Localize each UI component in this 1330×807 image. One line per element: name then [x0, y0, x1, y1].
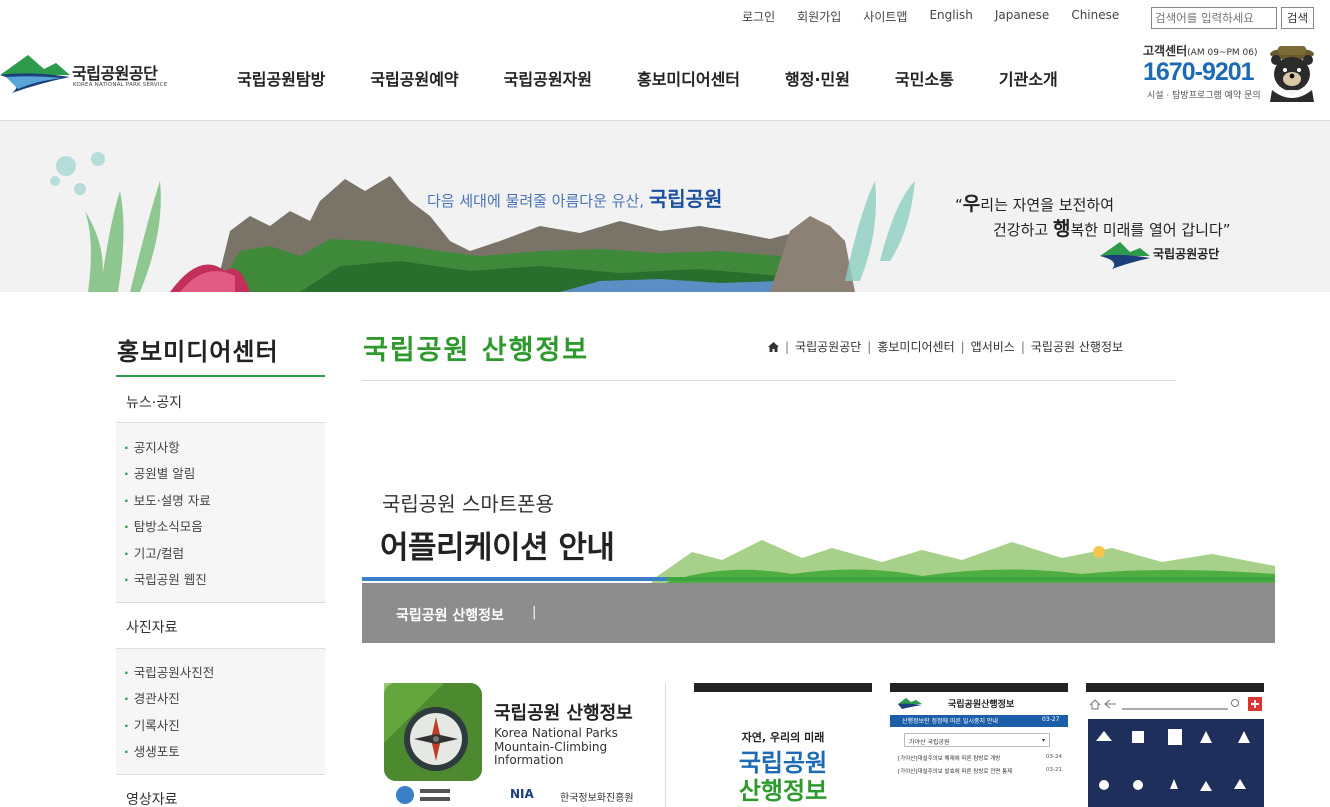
utility-links: 로그인 회원가입 사이트맵 English Japanese Chinese: [742, 8, 1141, 25]
sidebar-title: 홍보미디어센터: [117, 338, 279, 366]
notice-row-date: 03-24: [1046, 754, 1062, 760]
banner-quote-line2: 건강하고 행복한 미래를 열어 갑니다”: [993, 218, 1231, 240]
breadcrumb: | 국립공원공단 | 홍보미디어센터 | 앱서비스 | 국립공원 산행정보: [768, 338, 1123, 355]
bear-mascot-icon: [1270, 46, 1314, 102]
breadcrumb-item[interactable]: 국립공원공단: [795, 338, 861, 355]
search-input[interactable]: [1151, 7, 1277, 29]
nav-item-administration[interactable]: 행정·민원: [785, 66, 850, 90]
sidebar-group-news[interactable]: 뉴스·공지: [116, 392, 325, 412]
banner-org-name: 국립공원공단: [1153, 247, 1220, 261]
home-icon[interactable]: [768, 341, 779, 352]
sidebar-title-underline: [116, 375, 325, 377]
notices-app-title: 국립공원산행정보: [948, 700, 1015, 710]
banner-tagline: 다음 세대에 물려줄 아름다운 유산, 국립공원: [427, 187, 723, 211]
breadcrumb-item-current: 국립공원 산행정보: [1030, 340, 1124, 354]
sidebar-item-landscape[interactable]: 경관사진: [116, 688, 325, 714]
app-banner-title: 어플리케이션 안내: [380, 530, 615, 566]
phone-status-bar: [1086, 683, 1264, 692]
sidebar-item-webzine[interactable]: 국립공원 웹진: [116, 569, 325, 595]
signup-link[interactable]: 회원가입: [797, 8, 841, 25]
app-name-english: Korea National Parks Mountain-Climbing I…: [494, 726, 618, 767]
sidebar-item-park-alerts[interactable]: 공원별 알림: [116, 463, 325, 489]
tab-mountain-info[interactable]: 국립공원 산행정보: [396, 605, 504, 625]
phone-status-bar: [890, 683, 1068, 692]
breadcrumb-item[interactable]: 앱서비스: [971, 338, 1015, 355]
page-title: 국립공원 산행정보: [363, 335, 590, 366]
search-form: 검색: [1151, 7, 1314, 29]
nav-item-reservation[interactable]: 국립공원예약: [370, 66, 458, 90]
app-guide-banner: 국립공원 스마트폰용 어플리케이션 안내 국립공원 산행정보 |: [362, 470, 1275, 643]
menu-grid-screen: [1088, 697, 1264, 807]
nav-item-explore[interactable]: 국립공원탐방: [237, 66, 325, 90]
sidebar-item-records[interactable]: 기록사진: [116, 715, 325, 741]
nav-item-media-center[interactable]: 홍보미디어센터: [637, 66, 740, 90]
app-screenshot-splash: 자연, 우리의 미래 국립공원 산행정보: [694, 683, 872, 807]
app-banner-subtitle: 국립공원 스마트폰용: [382, 492, 554, 516]
app-name: 국립공원 산행정보: [494, 703, 633, 724]
customer-center-desc: 시설 · 탐방프로그램 예약 문의: [1147, 91, 1261, 101]
title-divider: [362, 380, 1176, 381]
notice-row[interactable]: [가야산]대설주의보 해제에 따른 탐방로 개방: [898, 754, 1000, 762]
splash-title-2: 산행정보: [738, 777, 828, 805]
mini-logo-icon: [898, 698, 922, 709]
main-nav: 국립공원탐방 국립공원예약 국립공원자원 홍보미디어센터 행정·민원 국민소통 …: [237, 66, 1058, 90]
customer-center-phone: 1670-9201: [1143, 58, 1255, 86]
notice-header-date: 03-27: [1042, 716, 1060, 723]
nav-item-communication[interactable]: 국민소통: [895, 66, 954, 90]
sidebar-item-notice[interactable]: 공지사항: [116, 437, 325, 463]
english-link[interactable]: English: [929, 8, 972, 25]
phone-status-bar: [694, 683, 872, 692]
customer-center-label: 고객센터(AM 09~PM 06): [1143, 44, 1258, 58]
sidebar-item-column[interactable]: 기고/컬럼: [116, 543, 325, 569]
sidebar-sublist-photos: 국립공원사진전 경관사진 기록사진 생생포토: [116, 648, 325, 775]
ministry-seal-icon: [396, 786, 450, 804]
logo-subtitle: KOREA NATIONAL PARK SERVICE: [73, 82, 168, 88]
sidebar-sublist-news: 공지사항 공원별 알림 보도·설명 자료 탐방소식모음 기고/컬럼 국립공원 웹…: [116, 422, 325, 603]
park-select[interactable]: 가야산 국립공원 ▾: [904, 733, 1050, 747]
chinese-link[interactable]: Chinese: [1071, 8, 1119, 25]
tab-separator: |: [532, 605, 537, 620]
logo-title[interactable]: 국립공원공단: [72, 60, 158, 84]
nia-name: 한국정보화진흥원: [560, 793, 634, 804]
app-info-card: 국립공원 산행정보 Korea National Parks Mountain-…: [384, 683, 666, 807]
notice-header-text: 산행정보란 정정에 따른 일시중지 안내: [902, 718, 998, 725]
breadcrumb-item[interactable]: 홍보미디어센터: [877, 338, 954, 355]
app-screenshot-notices: 국립공원산행정보 산행정보란 정정에 따른 일시중지 안내 03-27 가야산 …: [890, 683, 1068, 807]
login-link[interactable]: 로그인: [742, 8, 775, 25]
page: 로그인 회원가입 사이트맵 English Japanese Chinese 검…: [0, 0, 1330, 807]
sidebar-group-photos[interactable]: 사진자료: [116, 617, 325, 637]
sidebar-group-videos[interactable]: 영상자료: [116, 789, 325, 807]
notice-row-date: 03-21: [1046, 767, 1062, 773]
compass-app-icon[interactable]: [384, 683, 482, 781]
app-card-footer: NIA 한국정보화진흥원: [384, 783, 639, 807]
sidebar-item-press[interactable]: 보도·설명 자료: [116, 490, 325, 516]
nav-item-resources[interactable]: 국립공원자원: [504, 66, 592, 90]
banner-quote-line1: “우리는 자연을 보전하여: [955, 193, 1115, 215]
hero-banner: 다음 세대에 물려줄 아름다운 유산, 국립공원 “우리는 자연을 보전하여 건…: [0, 121, 1330, 292]
sitemap-link[interactable]: 사이트맵: [863, 8, 907, 25]
sidebar-item-news-digest[interactable]: 탐방소식모음: [116, 516, 325, 542]
app-screenshot-menu: [1086, 683, 1264, 807]
nav-item-about[interactable]: 기관소개: [999, 66, 1058, 90]
sidebar-item-photo-exhibit[interactable]: 국립공원사진전: [116, 662, 325, 688]
notice-row[interactable]: [가야산]대설주의보 발효에 따른 탐방로 전면 통제: [898, 767, 1012, 775]
sidebar-item-live-photo[interactable]: 생생포토: [116, 741, 325, 767]
japanese-link[interactable]: Japanese: [995, 8, 1050, 25]
search-button[interactable]: 검색: [1281, 7, 1314, 29]
nia-logo: NIA: [510, 787, 534, 801]
